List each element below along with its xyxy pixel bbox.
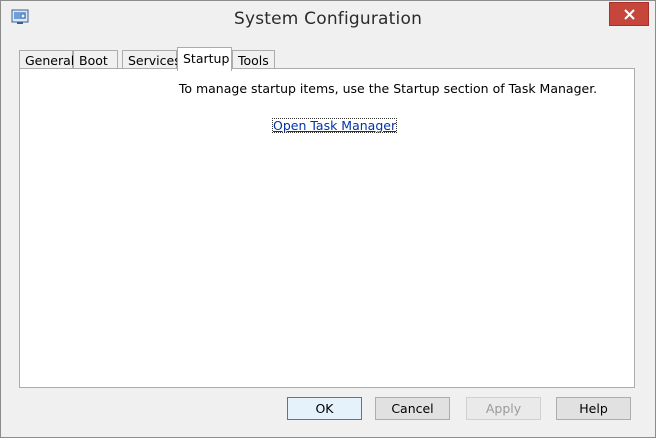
tab-boot[interactable]: Boot [73,50,118,70]
title-bar[interactable]: System Configuration [1,1,655,37]
open-task-manager-link[interactable]: Open Task Manager [272,118,398,133]
cancel-button[interactable]: Cancel [375,397,450,420]
apply-button: Apply [466,397,541,420]
close-button[interactable] [609,2,649,26]
close-icon [624,9,635,20]
window-title: System Configuration [233,9,423,29]
tab-startup[interactable]: Startup [177,47,232,71]
tab-tools[interactable]: Tools [232,50,275,70]
help-button[interactable]: Help [556,397,631,420]
tab-services[interactable]: Services [122,50,181,70]
tab-general[interactable]: General [19,50,74,70]
startup-message: To manage startup items, use the Startup… [178,81,598,96]
startup-panel: To manage startup items, use the Startup… [19,68,635,388]
system-configuration-window: System Configuration General Boot Servic… [0,0,656,438]
ok-button[interactable]: OK [287,397,362,420]
